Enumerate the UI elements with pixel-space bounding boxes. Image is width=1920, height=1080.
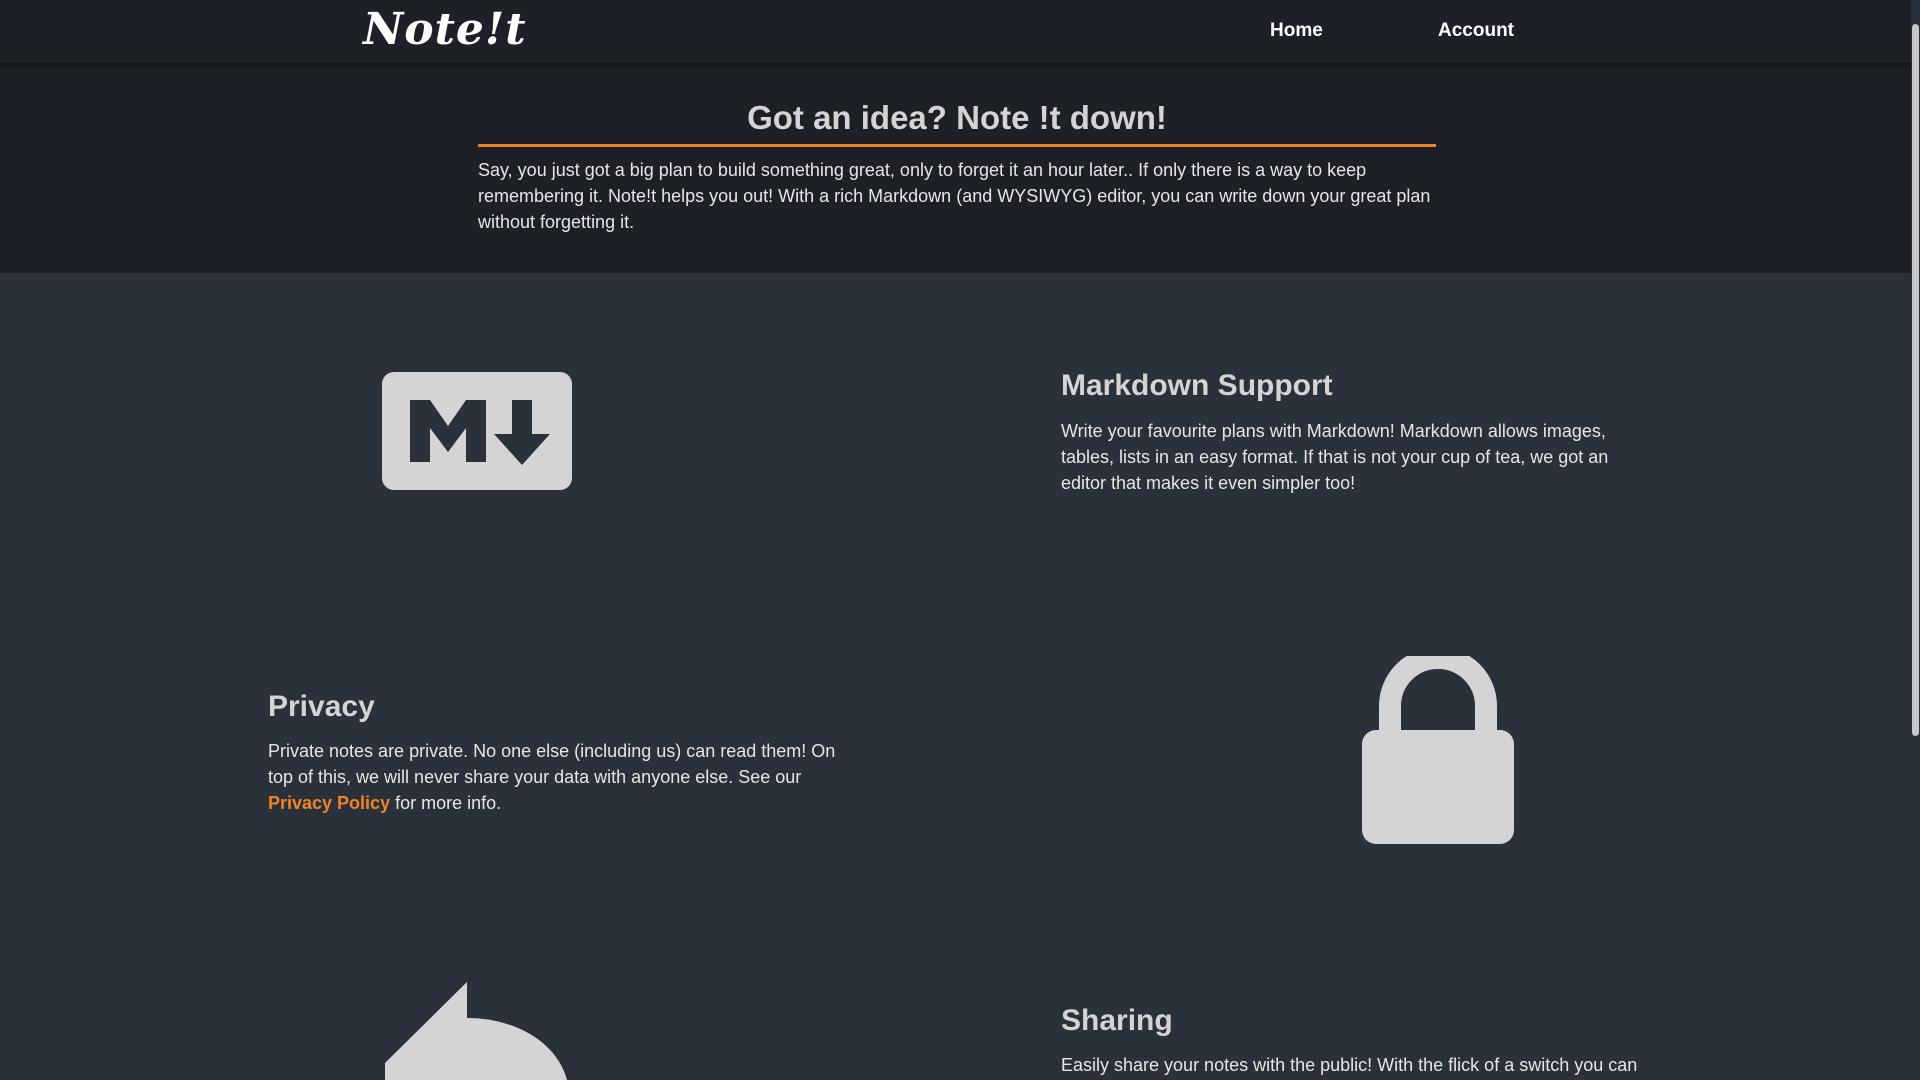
logo[interactable]: Note!t <box>363 4 527 55</box>
navbar: Note!t Home Account <box>0 0 1920 63</box>
markdown-icon <box>382 372 572 490</box>
lock-icon <box>1362 656 1514 844</box>
privacy-text-after: for more info. <box>395 793 502 813</box>
privacy-policy-link[interactable]: Privacy Policy <box>268 793 390 813</box>
privacy-description: Private notes are private. No one else (… <box>268 738 853 816</box>
nav-home-link[interactable]: Home <box>1270 20 1323 42</box>
hero-title: Got an idea? Note !t down! <box>478 99 1436 147</box>
share-icon <box>385 982 567 1080</box>
hero-description: Say, you just got a big plan to build so… <box>478 160 1431 232</box>
markdown-description: Write your favourite plans with Markdown… <box>1061 421 1609 493</box>
sharing-title: Sharing <box>1061 1004 1173 1037</box>
hero-section: Got an idea? Note !t down! Say, you just… <box>0 63 1920 273</box>
sharing-description: Easily share your notes with the public!… <box>1061 1055 1638 1075</box>
nav-account-link[interactable]: Account <box>1438 20 1514 42</box>
markdown-title: Markdown Support <box>1061 369 1333 402</box>
privacy-text-before: Private notes are private. No one else (… <box>268 741 836 787</box>
scrollbar-thumb[interactable] <box>1912 24 1919 736</box>
privacy-title: Privacy <box>268 690 375 723</box>
